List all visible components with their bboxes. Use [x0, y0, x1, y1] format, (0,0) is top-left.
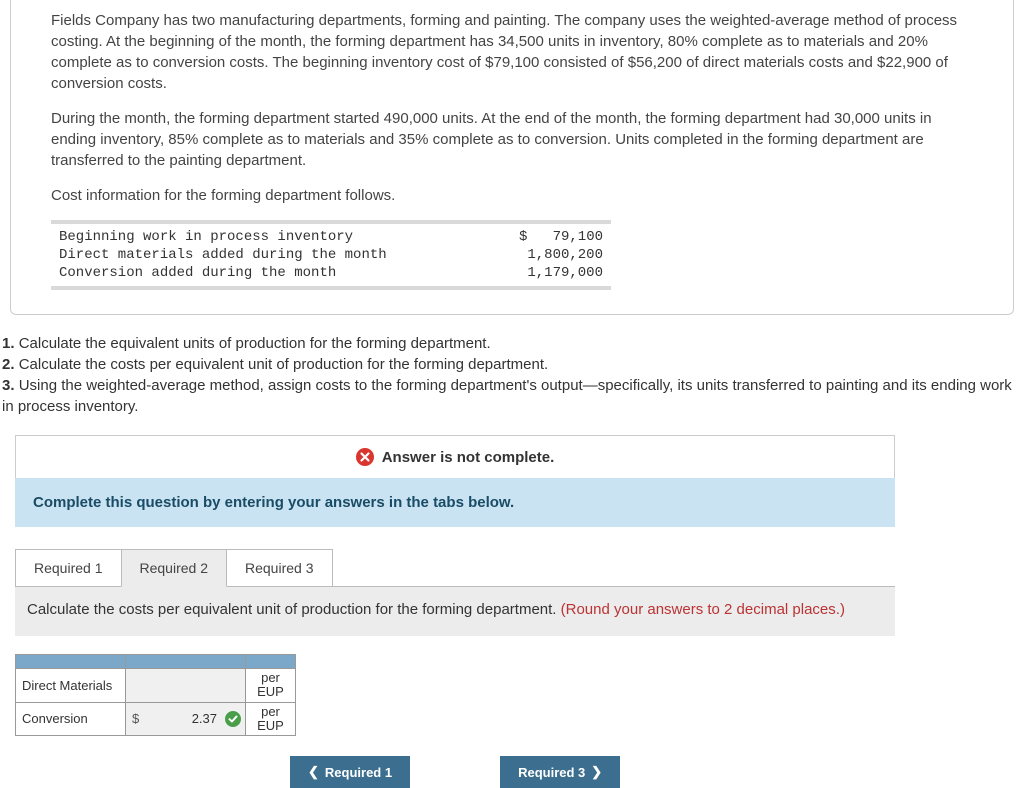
direct-materials-input[interactable] — [126, 669, 246, 703]
tab-panel-required-2: Calculate the costs per equivalent unit … — [15, 586, 895, 636]
check-icon — [225, 711, 241, 727]
prev-tab-button[interactable]: ❮ Required 1 — [290, 756, 410, 788]
answer-status-banner: Answer is not complete. — [15, 435, 895, 478]
instruction-bar: Complete this question by entering your … — [15, 478, 895, 527]
tab-nav: ❮ Required 1 Required 3 ❯ — [290, 756, 1024, 788]
unit-label: per EUP — [246, 702, 296, 736]
tab-required-2[interactable]: Required 2 — [121, 549, 228, 587]
chevron-right-icon: ❯ — [591, 764, 602, 780]
question-2: 2. Calculate the costs per equivalent un… — [2, 354, 1022, 375]
rounding-hint: (Round your answers to 2 decimal places.… — [561, 601, 845, 618]
prev-label: Required 1 — [325, 765, 392, 780]
currency-symbol: $ — [132, 711, 139, 726]
tab-required-1[interactable]: Required 1 — [15, 549, 122, 587]
cost-label: Beginning work in process inventory — [59, 229, 353, 245]
problem-paragraph-2: During the month, the forming department… — [51, 108, 973, 171]
cost-value: 1,800,200 — [493, 247, 603, 263]
cost-value: 1,179,000 — [493, 265, 603, 281]
question-1: 1. Calculate the equivalent units of pro… — [2, 333, 1022, 354]
cost-label: Direct materials added during the month — [59, 247, 387, 263]
question-list: 1. Calculate the equivalent units of pro… — [0, 333, 1024, 417]
cost-label: Conversion added during the month — [59, 265, 336, 281]
table-header-row — [16, 655, 296, 669]
row-label-conversion: Conversion — [16, 702, 126, 736]
next-tab-button[interactable]: Required 3 ❯ — [500, 756, 620, 788]
table-row: Direct Materials per EUP — [16, 669, 296, 703]
cost-row: Beginning work in process inventory $ 79… — [51, 228, 611, 246]
cost-row: Direct materials added during the month … — [51, 246, 611, 264]
tab-required-3[interactable]: Required 3 — [226, 549, 333, 587]
conversion-value: 2.37 — [192, 711, 217, 726]
unit-label: per EUP — [246, 669, 296, 703]
conversion-input[interactable]: $ 2.37 — [126, 702, 246, 736]
row-label-direct-materials: Direct Materials — [16, 669, 126, 703]
tab-prompt: Calculate the costs per equivalent unit … — [27, 601, 556, 618]
problem-paragraph-1: Fields Company has two manufacturing dep… — [51, 10, 973, 94]
answer-table: Direct Materials per EUP Conversion $ 2.… — [15, 654, 296, 736]
cost-row: Conversion added during the month 1,179,… — [51, 264, 611, 282]
problem-statement: Fields Company has two manufacturing dep… — [10, 0, 1014, 315]
status-text: Answer is not complete. — [382, 449, 555, 466]
question-3: 3. Using the weighted-average method, as… — [2, 375, 1022, 417]
next-label: Required 3 — [518, 765, 585, 780]
error-icon — [356, 448, 374, 466]
table-row: Conversion $ 2.37 per EUP — [16, 702, 296, 736]
tabs: Required 1 Required 2 Required 3 — [15, 549, 1009, 587]
chevron-left-icon: ❮ — [308, 764, 319, 780]
problem-paragraph-3: Cost information for the forming departm… — [51, 185, 973, 206]
cost-value: $ 79,100 — [493, 229, 603, 245]
cost-info-table: Beginning work in process inventory $ 79… — [51, 220, 611, 290]
